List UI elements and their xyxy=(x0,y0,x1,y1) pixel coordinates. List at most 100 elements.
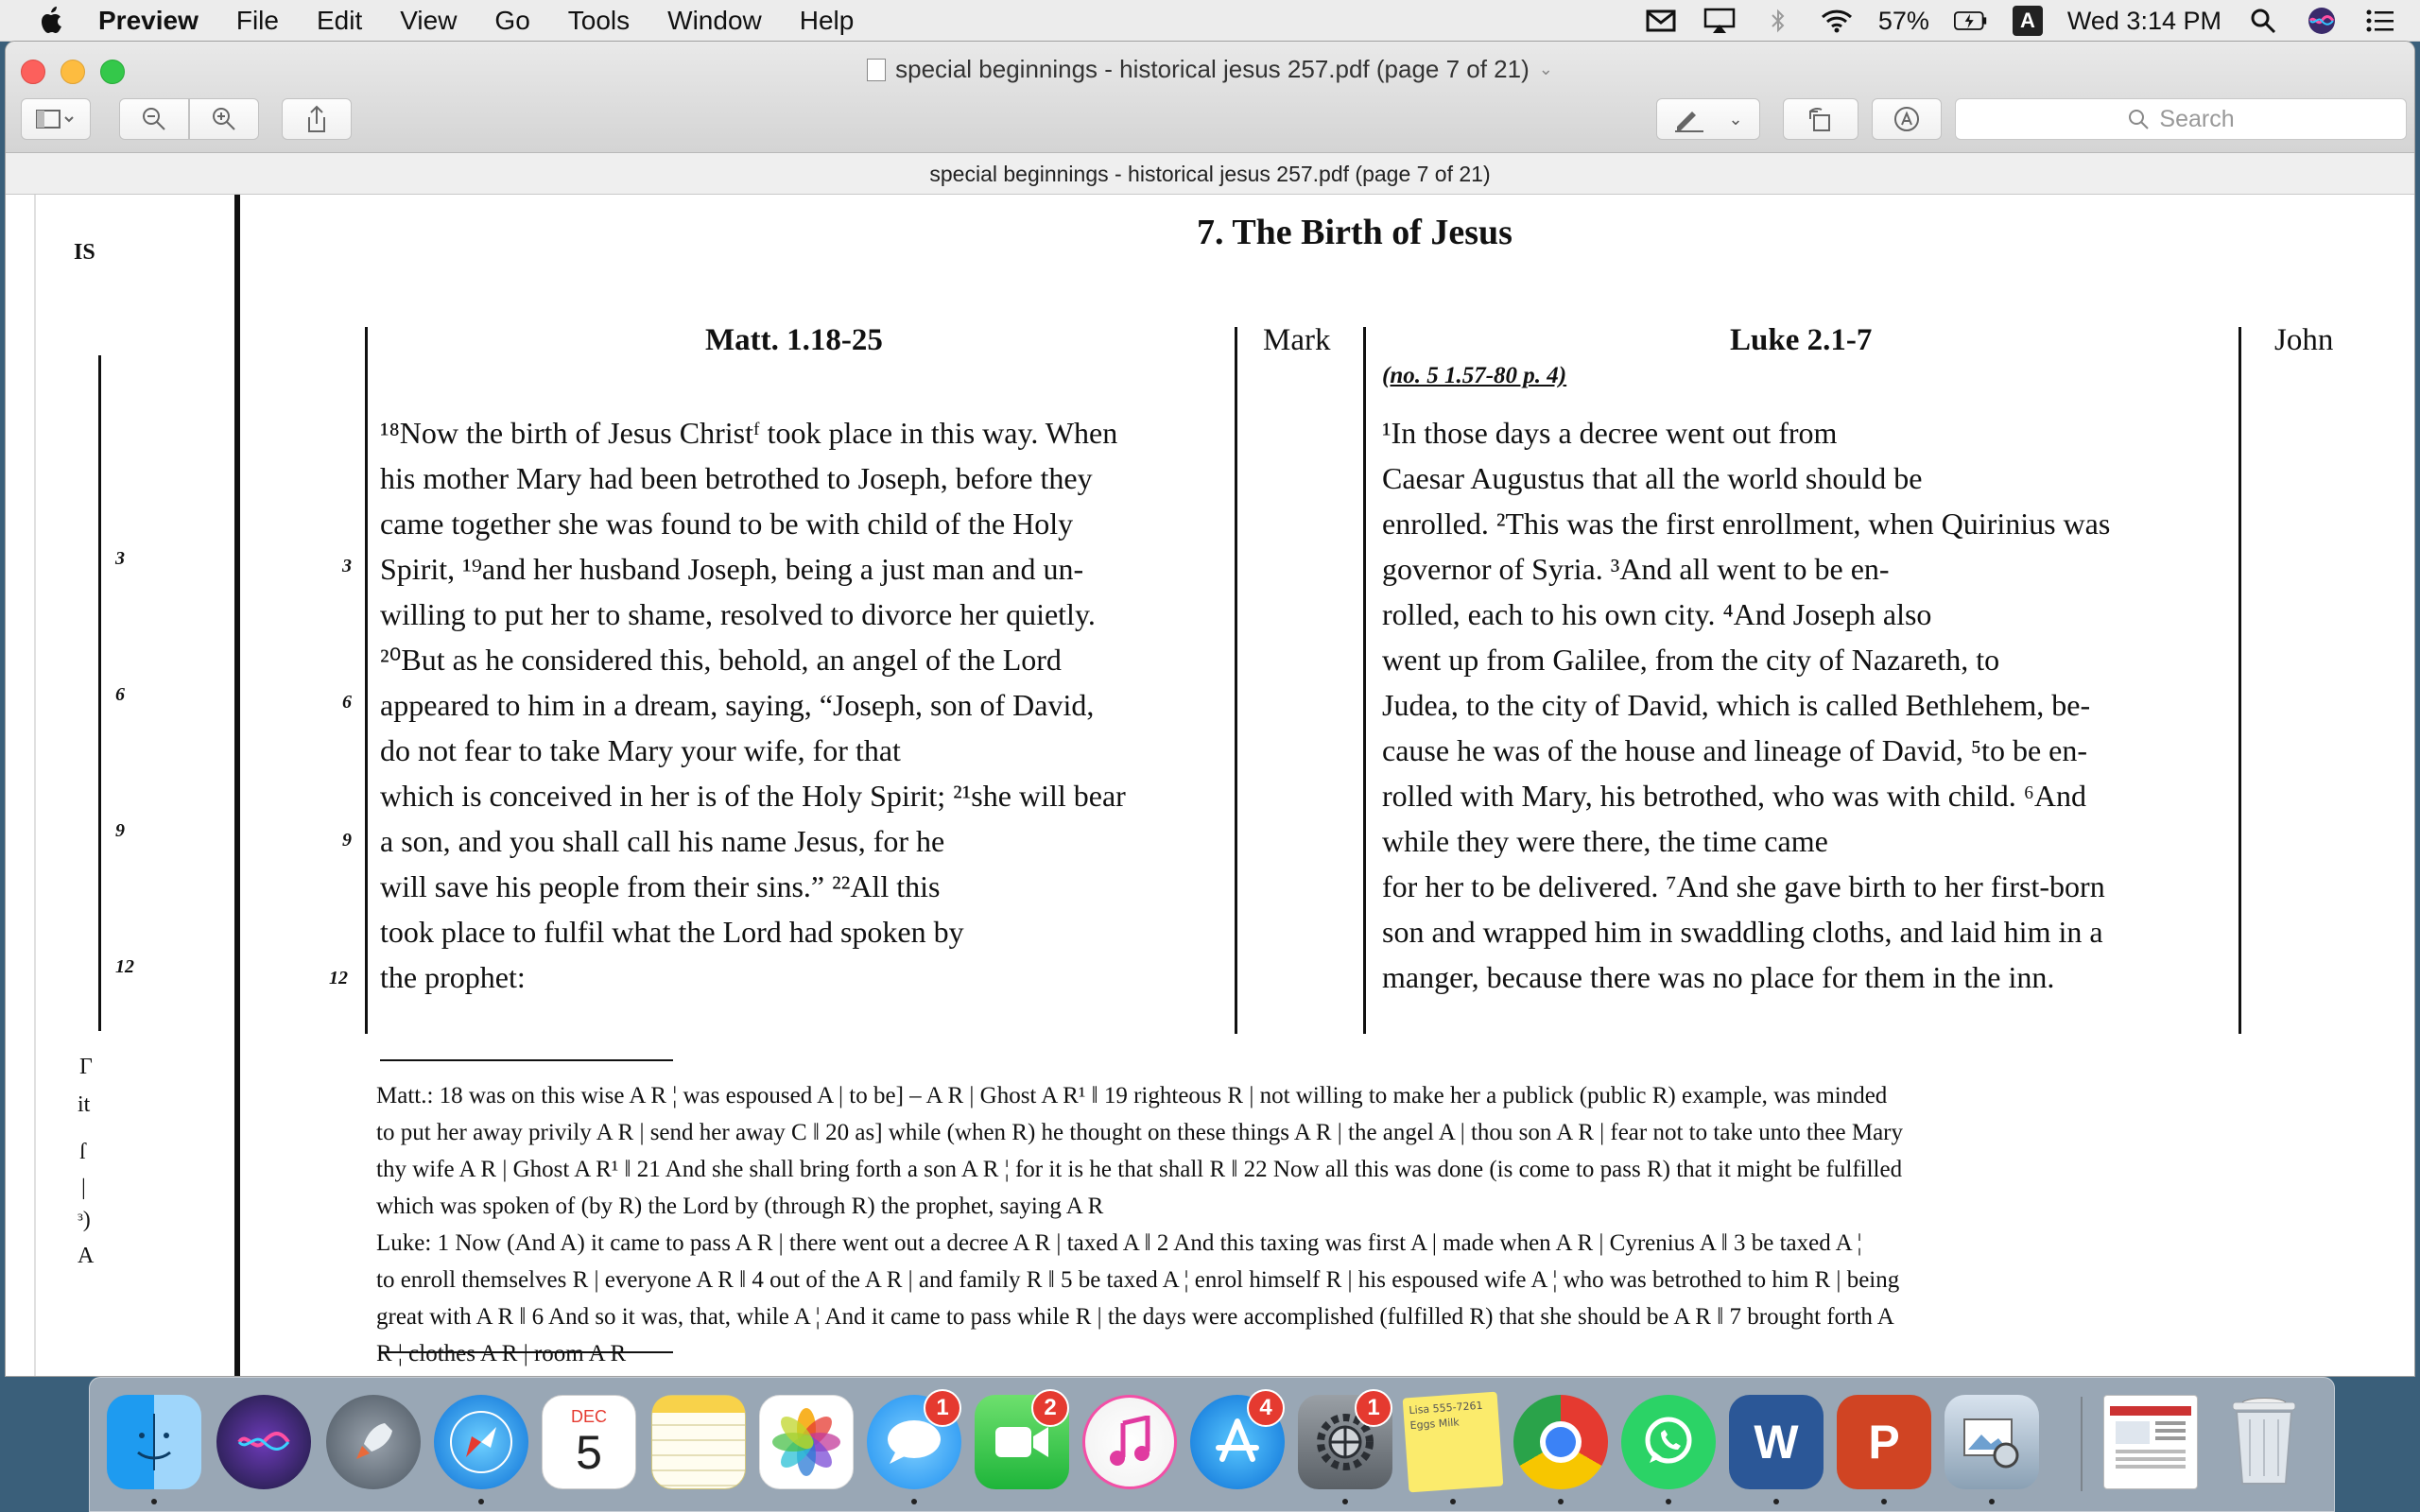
sidebar-icon xyxy=(36,110,74,129)
page-left-edge xyxy=(34,195,36,1376)
document-title-bar: special beginnings - historical jesus 25… xyxy=(6,153,2414,195)
chrome-ring xyxy=(1540,1421,1582,1463)
preview-app-icon[interactable] xyxy=(1945,1395,2039,1489)
airplay-icon[interactable] xyxy=(1703,7,1737,35)
menu-go[interactable]: Go xyxy=(494,6,529,36)
share-button[interactable] xyxy=(282,98,352,140)
matt-line: a son, and you shall call his name Jesus… xyxy=(380,824,945,858)
bluetooth-icon[interactable] xyxy=(1761,7,1795,35)
pdf-page-view[interactable]: IS 7. The Birth of Jesus Matt. 1.18-25 M… xyxy=(6,195,2414,1376)
prev-page-column-rule xyxy=(98,355,101,1031)
rotate-icon xyxy=(1809,107,1830,131)
input-source-icon[interactable]: A xyxy=(2012,6,2043,36)
luke-line: Judea, to the city of David, which is ca… xyxy=(1382,688,2091,722)
luke-line: governor of Syria. ³And all went to be e… xyxy=(1382,552,1890,586)
luke-line: ¹In those days a decree went out from xyxy=(1382,416,1838,450)
sidebar-view-button[interactable] xyxy=(21,98,91,140)
footnote-line: R ¦ clothes A R | room A R xyxy=(376,1341,627,1366)
footnote-line: to put her away privily A R | send her a… xyxy=(376,1120,1903,1145)
john-heading: John xyxy=(2274,323,2334,357)
menu-edit[interactable]: Edit xyxy=(317,6,362,36)
menu-help[interactable]: Help xyxy=(800,6,855,36)
siri-icon[interactable] xyxy=(2305,7,2339,35)
search-icon xyxy=(2129,110,2150,129)
menu-view[interactable]: View xyxy=(400,6,457,36)
menu-clock[interactable]: Wed 3:14 PM xyxy=(2067,7,2221,36)
matt-line-number: 12 xyxy=(329,968,348,988)
left-edge-fragment: A xyxy=(78,1244,95,1268)
siri-dock-icon[interactable] xyxy=(216,1395,311,1489)
wifi-icon[interactable] xyxy=(1820,7,1854,35)
column-rule-matt-left xyxy=(365,327,368,1034)
microsoft-word-icon[interactable]: W xyxy=(1729,1395,1824,1489)
markup-toolbar-button[interactable] xyxy=(1872,98,1942,140)
calendar-month: DEC xyxy=(570,1406,607,1426)
matt-line: came together she was found to be with c… xyxy=(380,507,1074,541)
photos-icon[interactable] xyxy=(759,1395,854,1489)
battery-charging-icon[interactable] xyxy=(1953,7,1988,35)
share-icon xyxy=(308,105,325,132)
matt-line: took place to fulfil what the Lord had s… xyxy=(380,915,964,949)
margin-line-number: 6 xyxy=(115,684,125,705)
notes-icon[interactable] xyxy=(651,1395,746,1489)
spotlight-search-icon[interactable] xyxy=(2246,7,2280,35)
mail-status-icon[interactable] xyxy=(1644,7,1678,35)
itunes-icon[interactable] xyxy=(1082,1395,1177,1489)
menu-file[interactable]: File xyxy=(236,6,279,36)
window-title-text: special beginnings - historical jesus 25… xyxy=(895,55,1530,83)
luke-line: went up from Galilee, from the city of N… xyxy=(1382,643,2000,677)
notification-center-icon[interactable] xyxy=(2363,7,2397,35)
launchpad-icon[interactable] xyxy=(326,1395,421,1489)
search-placeholder: Search xyxy=(2159,105,2235,132)
trash-icon[interactable] xyxy=(2217,1395,2311,1489)
stickies-icon[interactable]: Lisa 555-7261 Eggs Milk xyxy=(1402,1391,1504,1493)
app-store-badge: 4 xyxy=(1247,1389,1285,1427)
minimized-document-thumbnail[interactable] xyxy=(2103,1395,2198,1489)
word-letter: W xyxy=(1754,1416,1799,1469)
left-edge-fragment: it xyxy=(78,1092,91,1117)
left-edge-fragment: ᶟ) xyxy=(78,1208,91,1232)
dock-separator xyxy=(2081,1397,2083,1491)
calendar-icon[interactable]: DEC 5 xyxy=(542,1395,636,1489)
zoom-out-button[interactable] xyxy=(119,98,189,140)
luke-line: for her to be delivered. ⁷And she gave b… xyxy=(1382,869,2105,903)
luke-line: manger, because there was no place for t… xyxy=(1382,960,2055,994)
stickies-note-text: Lisa 555-7261 Eggs Milk xyxy=(1409,1399,1483,1433)
finder-running-dot xyxy=(151,1499,157,1504)
stickies-running-dot xyxy=(1450,1499,1456,1504)
powerpoint-letter: P xyxy=(1868,1416,1900,1469)
luke-text-block: ¹In those days a decree went out from Ca… xyxy=(1382,410,2110,1000)
chrome-icon[interactable] xyxy=(1513,1395,1608,1489)
chrome-running-dot xyxy=(1558,1499,1564,1504)
matt-line: which is conceived in her is of the Holy… xyxy=(380,779,1126,813)
luke-line: Caesar Augustus that all the world shoul… xyxy=(1382,461,1923,495)
footnote-line: great with A R ‖ 6 And so it was, that, … xyxy=(376,1304,1894,1330)
matt-line-number: 3 xyxy=(342,556,352,576)
whatsapp-icon[interactable] xyxy=(1621,1395,1716,1489)
safari-icon[interactable] xyxy=(434,1395,528,1489)
matt-line: his mother Mary had been betrothed to Jo… xyxy=(380,461,1093,495)
microsoft-powerpoint-icon[interactable]: P xyxy=(1837,1395,1931,1489)
menu-app-name[interactable]: Preview xyxy=(98,6,199,36)
window-title[interactable]: special beginnings - historical jesus 25… xyxy=(6,55,2414,84)
word-running-dot xyxy=(1773,1499,1779,1504)
matt-heading: Matt. 1.18-25 xyxy=(705,323,883,357)
apple-menu-icon[interactable] xyxy=(36,5,68,37)
menu-window[interactable]: Window xyxy=(667,6,762,36)
preview-running-dot xyxy=(1989,1499,1995,1504)
search-input[interactable]: Search xyxy=(1955,98,2407,140)
pdf-document-icon xyxy=(867,58,887,81)
margin-line-number: 12 xyxy=(115,956,134,977)
zoom-in-button[interactable] xyxy=(189,98,259,140)
column-rule-mark-luke xyxy=(1363,327,1366,1034)
menu-tools[interactable]: Tools xyxy=(568,6,630,36)
matt-line: will save his people from their sins.” ²… xyxy=(380,869,941,903)
powerpoint-running-dot xyxy=(1881,1499,1887,1504)
matt-line: ¹⁸Now the birth of Jesus Christᶠ took pl… xyxy=(380,416,1118,450)
rotate-button[interactable] xyxy=(1783,98,1858,140)
finder-icon[interactable] xyxy=(107,1395,201,1489)
title-chevron-down-icon[interactable]: ⌄ xyxy=(1539,60,1553,79)
markup-pen-button[interactable]: ⌄ xyxy=(1656,98,1760,140)
footnote-bottom-rule xyxy=(380,1351,673,1353)
matt-line: the prophet: xyxy=(380,960,526,994)
